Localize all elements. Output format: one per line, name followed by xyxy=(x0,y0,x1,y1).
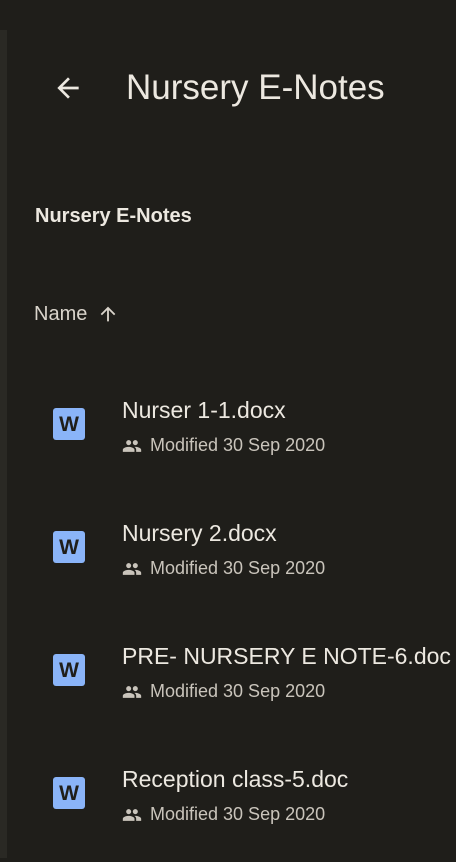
people-icon xyxy=(122,439,142,452)
sort-by-name-button[interactable]: Name xyxy=(34,298,119,330)
modified-date: Modified 30 Sep 2020 xyxy=(150,435,326,455)
file-meta: Modified 30 Sep 2020 xyxy=(122,681,325,702)
sort-label: Name xyxy=(34,302,88,325)
word-doc-icon: W xyxy=(53,777,85,809)
word-badge: W xyxy=(59,781,79,805)
word-badge: W xyxy=(59,535,79,559)
modified-date: Modified 30 Sep 2020 xyxy=(150,681,326,701)
modified-date: Modified 30 Sep 2020 xyxy=(150,558,326,578)
file-name: Nursery 2.docx xyxy=(122,520,277,546)
word-doc-icon: W xyxy=(53,531,85,563)
word-doc-icon: W xyxy=(53,654,85,686)
people-icon xyxy=(122,808,142,821)
word-badge: W xyxy=(59,658,79,682)
file-row[interactable]: W Nurser 1-1.docx Modified 30 Sep 2020 xyxy=(0,370,456,493)
app-header: Nursery E-Notes xyxy=(0,0,456,176)
file-name: PRE- NURSERY E NOTE-6.doc xyxy=(122,643,451,669)
page-title: Nursery E-Notes xyxy=(126,68,385,107)
file-row[interactable]: W Nursery 2.docx Modified 30 Sep 2020 xyxy=(0,493,456,616)
breadcrumb[interactable]: Nursery E-Notes xyxy=(35,203,192,229)
file-name: Reception class-5.doc xyxy=(122,766,349,792)
file-meta: Modified 30 Sep 2020 xyxy=(122,435,325,456)
file-row[interactable]: W PRE- NURSERY E NOTE-6.doc Modified 30 … xyxy=(0,616,456,739)
file-row[interactable]: W Reception class-5.doc Modified 30 Sep … xyxy=(0,739,456,862)
file-list: W Nurser 1-1.docx Modified 30 Sep 2020 W… xyxy=(0,370,456,862)
modified-date: Modified 30 Sep 2020 xyxy=(150,804,326,824)
arrow-back-icon xyxy=(57,77,79,99)
people-icon xyxy=(122,562,142,575)
word-doc-icon: W xyxy=(53,408,85,440)
people-icon xyxy=(122,685,142,698)
file-meta: Modified 30 Sep 2020 xyxy=(122,558,325,579)
file-meta: Modified 30 Sep 2020 xyxy=(122,804,325,825)
file-name: Nurser 1-1.docx xyxy=(122,397,286,423)
word-badge: W xyxy=(59,412,79,436)
back-button[interactable] xyxy=(44,64,92,112)
arrow-up-icon xyxy=(101,306,116,322)
